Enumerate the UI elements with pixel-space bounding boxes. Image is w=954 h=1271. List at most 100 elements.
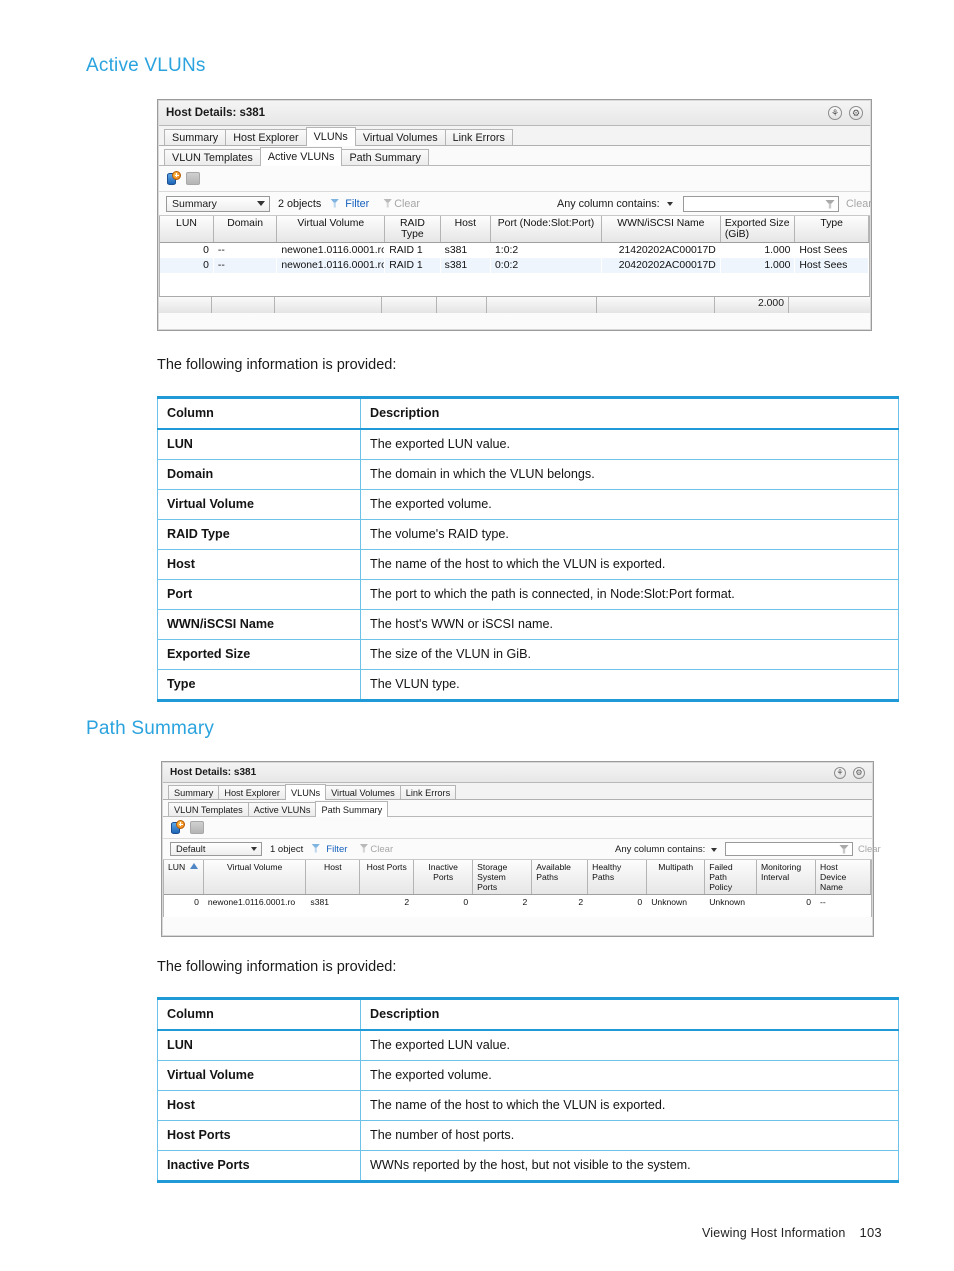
view-select-value: Default xyxy=(176,844,206,854)
view-select[interactable]: Default xyxy=(170,842,262,856)
cell-exported-size: 1.000 xyxy=(764,244,791,256)
tab-link-errors[interactable]: Link Errors xyxy=(444,129,513,145)
col-header-label: LUN xyxy=(168,862,186,872)
col-header-raid-type[interactable]: RAID Type xyxy=(384,216,441,243)
desc-column-desc: The domain in which the VLUN belongs. xyxy=(360,459,899,490)
subtab-path-summary[interactable]: Path Summary xyxy=(341,149,429,165)
tab-host-explorer[interactable]: Host Explorer xyxy=(218,785,286,799)
subtab-active-vluns[interactable]: Active VLUNs xyxy=(247,802,317,816)
filter-button[interactable]: Filter xyxy=(330,198,369,210)
chevron-down-icon xyxy=(257,201,265,206)
desc-column-name: Virtual Volume xyxy=(157,1060,361,1091)
tab-vluns[interactable]: VLUNs xyxy=(305,127,356,146)
col-header-type[interactable]: Type xyxy=(794,216,869,243)
screenshot-path-summary: Host Details: s381 ⚘ ⚙ Summary Host Expl… xyxy=(161,761,881,937)
col-header-monitoring-interval[interactable]: Monitoring Interval xyxy=(756,860,817,895)
cell-raid-type: RAID 1 xyxy=(389,244,423,256)
desc-column-desc: The port to which the path is connected,… xyxy=(360,579,899,610)
subtab-vlun-templates[interactable]: VLUN Templates xyxy=(168,802,249,816)
export-vlun-icon[interactable] xyxy=(167,170,181,186)
table-row: Host The name of the host to which the V… xyxy=(157,549,899,580)
cell-wwn: 20420202AC00017D xyxy=(601,257,721,273)
section-heading-active-vluns: Active VLUNs xyxy=(86,55,206,76)
table-row: Exported Size The size of the VLUN in Gi… xyxy=(157,639,899,670)
search-clear-button: Clear xyxy=(846,197,872,210)
desc-column-name: Virtual Volume xyxy=(157,489,361,520)
tab-label: Path Summary xyxy=(321,804,383,815)
grid-header-row: LUN Virtual Volume Host Host Ports Inact… xyxy=(164,860,871,895)
object-count: 1 object xyxy=(270,843,304,855)
search-input[interactable] xyxy=(725,842,853,856)
desc-header-row: Column Description xyxy=(157,998,899,1031)
table-row[interactable]: 0 -- newone1.0116.0001.ro RAID 1 s381 0:… xyxy=(160,257,869,273)
cell-host: s381 xyxy=(444,244,468,256)
table-row[interactable]: 0 newone1.0116.0001.ro s381 2 0 2 2 0 Un… xyxy=(164,895,871,909)
any-column-contains-label: Any column contains: xyxy=(557,197,660,210)
intro-text-active-vluns: The following information is provided: xyxy=(157,357,397,373)
search-input[interactable] xyxy=(683,196,839,212)
col-header-host-ports[interactable]: Host Ports xyxy=(359,860,415,895)
subtab-active-vluns[interactable]: Active VLUNs xyxy=(259,147,343,166)
tab-link-errors[interactable]: Link Errors xyxy=(399,785,457,799)
col-header-host-device-name[interactable]: Host Device Name xyxy=(815,860,871,895)
tab-host-explorer[interactable]: Host Explorer xyxy=(225,129,307,145)
clear-filter-icon xyxy=(383,198,393,208)
desc-column-name: Port xyxy=(157,579,361,610)
export-vlun-icon[interactable] xyxy=(171,819,185,835)
tab-vluns[interactable]: VLUNs xyxy=(284,784,327,800)
view-select-value: Summary xyxy=(172,197,217,210)
col-header-multipath[interactable]: Multipath xyxy=(646,860,706,895)
table-row: LUN The exported LUN value. xyxy=(157,428,899,460)
desc-column-desc: The host's WWN or iSCSI name. xyxy=(360,609,899,640)
col-header-domain[interactable]: Domain xyxy=(213,216,278,243)
cell-port: 0:0:2 xyxy=(490,257,602,273)
cell-type: Host Sees xyxy=(799,244,848,256)
subtab-path-summary[interactable]: Path Summary xyxy=(315,801,389,817)
cell-port: 1:0:2 xyxy=(495,244,519,256)
tab-summary[interactable]: Summary xyxy=(168,785,220,799)
col-header-lun[interactable]: LUN xyxy=(160,216,214,243)
cell-host-ports: 2 xyxy=(404,896,410,907)
subtab-vlun-templates[interactable]: VLUN Templates xyxy=(164,149,261,165)
tab-summary[interactable]: Summary xyxy=(164,129,227,145)
chevron-double-up-icon[interactable]: ⚘ xyxy=(834,766,846,779)
col-header-healthy-paths[interactable]: Healthy Paths xyxy=(587,860,648,895)
col-header-host[interactable]: Host xyxy=(440,216,492,243)
desc-column-desc: The name of the host to which the VLUN i… xyxy=(360,1090,899,1121)
cell-exported-size: 1.000 xyxy=(720,257,795,273)
intro-text-path-summary: The following information is provided: xyxy=(157,959,397,975)
grid-header-row: LUN Domain Virtual Volume RAID Type Host… xyxy=(160,216,869,243)
cell-virtual-volume: newone1.0116.0001.ro xyxy=(276,257,385,273)
col-header-inactive-ports[interactable]: Inactive Ports xyxy=(413,860,474,895)
object-count: 2 objects xyxy=(278,197,322,210)
col-header-virtual-volume[interactable]: Virtual Volume xyxy=(203,860,307,895)
col-header-wwn[interactable]: WWN/iSCSI Name xyxy=(601,216,721,243)
view-select[interactable]: Summary xyxy=(166,195,270,212)
filter-button[interactable]: Filter xyxy=(311,843,347,855)
filter-icon xyxy=(311,843,321,853)
col-header-host[interactable]: Host xyxy=(305,860,361,895)
table-row[interactable]: 0 -- newone1.0116.0001.ro RAID 1 s381 1:… xyxy=(160,243,869,258)
table-row: Host Ports The number of host ports. xyxy=(157,1120,899,1151)
chevron-double-down-icon[interactable]: ⚙ xyxy=(849,106,863,120)
col-header-port[interactable]: Port (Node:Slot:Port) xyxy=(490,216,602,243)
col-header-failed-path-policy[interactable]: Failed Path Policy xyxy=(704,860,757,895)
contains-chevron-down-icon[interactable] xyxy=(667,202,673,206)
chevron-double-down-icon[interactable]: ⚙ xyxy=(853,766,865,779)
col-header-available-paths[interactable]: Available Paths xyxy=(531,860,589,895)
col-header-virtual-volume[interactable]: Virtual Volume xyxy=(276,216,386,243)
col-header-storage-system-ports[interactable]: Storage System Ports xyxy=(472,860,533,895)
contains-chevron-down-icon[interactable] xyxy=(711,848,717,852)
tab-label: Host Explorer xyxy=(224,787,280,798)
table-row: Virtual Volume The exported volume. xyxy=(157,489,899,520)
col-header-lun[interactable]: LUN xyxy=(164,860,204,895)
tab-virtual-volumes[interactable]: Virtual Volumes xyxy=(325,785,401,799)
cell-type: Host Sees xyxy=(794,257,869,273)
cell-wwn: 21420202AC00017D xyxy=(618,244,716,256)
col-header-exported-size[interactable]: Exported Size (GiB) xyxy=(720,216,796,243)
host-details-titlebar: Host Details: s381 ⚘ ⚙ xyxy=(159,101,870,126)
desc-col-header-column: Column xyxy=(157,397,361,430)
tab-virtual-volumes[interactable]: Virtual Volumes xyxy=(354,129,446,145)
chevron-double-up-icon[interactable]: ⚘ xyxy=(828,106,842,120)
cell-healthy-paths: 0 xyxy=(637,896,643,907)
